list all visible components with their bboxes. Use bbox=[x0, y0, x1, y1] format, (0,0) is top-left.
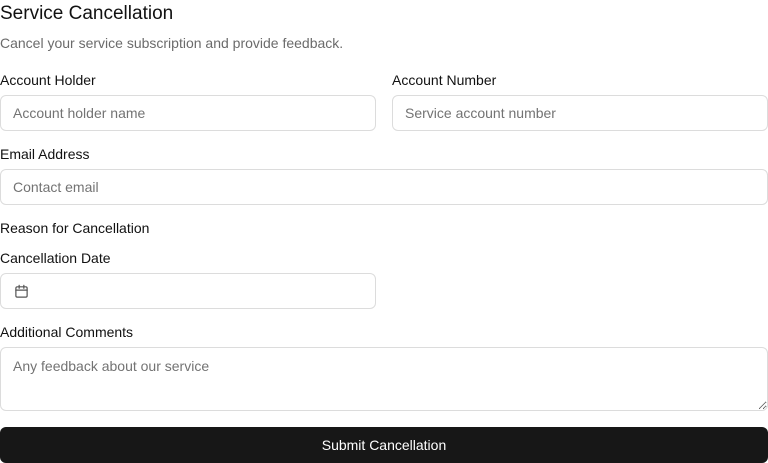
email-input[interactable] bbox=[0, 169, 768, 205]
service-cancellation-form: Service Cancellation Cancel your service… bbox=[0, 0, 768, 463]
cancellation-date-label: Cancellation Date bbox=[0, 250, 111, 266]
account-holder-label: Account Holder bbox=[0, 72, 96, 88]
page-subtitle: Cancel your service subscription and pro… bbox=[0, 35, 344, 51]
account-holder-input[interactable] bbox=[0, 95, 376, 131]
account-number-input[interactable] bbox=[392, 95, 768, 131]
additional-comments-textarea[interactable] bbox=[0, 347, 768, 411]
submit-cancellation-button[interactable]: Submit Cancellation bbox=[0, 427, 768, 463]
additional-comments-label: Additional Comments bbox=[0, 324, 134, 340]
reason-label: Reason for Cancellation bbox=[0, 220, 150, 236]
email-label: Email Address bbox=[0, 146, 90, 162]
page-title: Service Cancellation bbox=[0, 3, 174, 24]
calendar-icon bbox=[15, 284, 28, 298]
cancellation-date-picker[interactable] bbox=[0, 273, 376, 309]
account-number-label: Account Number bbox=[392, 72, 497, 88]
